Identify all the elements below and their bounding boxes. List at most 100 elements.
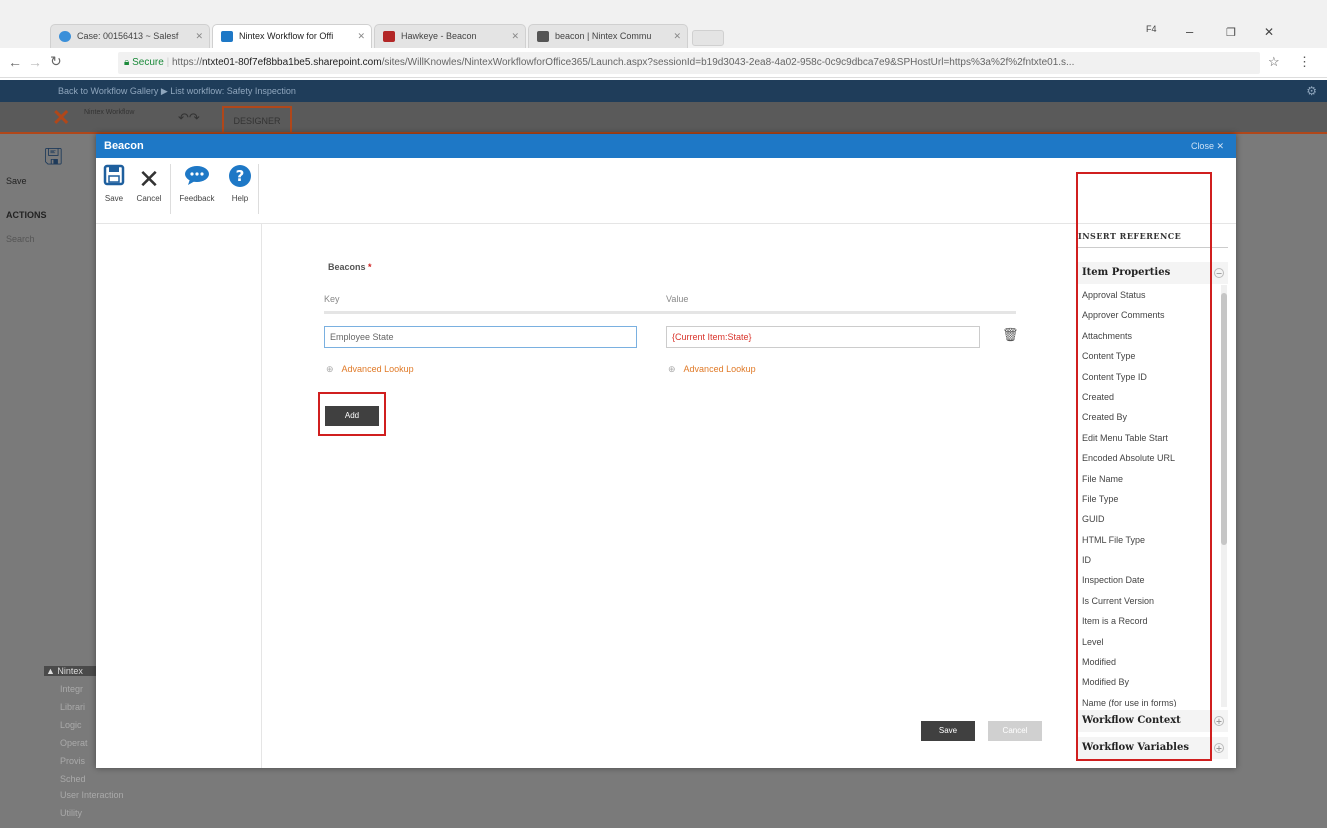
tab-close-icon[interactable]: ✕ [195, 25, 203, 47]
plus-circle-icon: ⊕ [668, 364, 676, 374]
speech-bubble-icon [174, 164, 220, 194]
forward-icon[interactable]: → [28, 54, 42, 70]
browser-tab-bar: Case: 00156413 ~ Salesf ✕ Nintex Workflow… [0, 0, 1327, 48]
save-label: Save [6, 176, 27, 186]
category-item[interactable]: Librari [60, 702, 85, 712]
actions-heading: ACTIONS [6, 210, 47, 220]
back-icon[interactable]: ← [8, 54, 22, 70]
nintex-icon [221, 31, 233, 42]
collapse-icon[interactable]: − [1214, 268, 1224, 278]
logo-text: Nintex Workflow [84, 109, 135, 116]
url-path: /sites/WillKnowles/NintexWorkflowforOffi… [381, 57, 1075, 68]
browser-tab-active[interactable]: Nintex Workflow for Offi ✕ [212, 24, 372, 48]
plus-circle-icon: ⊕ [326, 364, 334, 374]
expand-icon[interactable]: + [1214, 716, 1224, 726]
category-item[interactable]: Operat [60, 738, 88, 748]
header-divider [324, 311, 1016, 314]
url-host: ntxte01-80f7ef8bba1be5.sharepoint.com [201, 57, 382, 68]
tab-label: beacon | Nintex Commu [555, 31, 652, 41]
add-button[interactable]: Add [325, 406, 379, 426]
window-close-icon[interactable]: ✕ [1264, 25, 1274, 39]
browser-tab[interactable]: beacon | Nintex Commu ✕ [528, 24, 688, 48]
category-item[interactable]: Provis [60, 756, 85, 766]
beacons-label-text: Beacons [328, 262, 366, 272]
browser-tab[interactable]: Case: 00156413 ~ Salesf ✕ [50, 24, 210, 48]
ribbon-cancel-button[interactable]: ✕ Cancel [134, 164, 164, 203]
ribbon-save-button[interactable]: Save [100, 164, 128, 203]
window-title: F4 [1146, 24, 1157, 34]
key-input[interactable]: Employee State [324, 326, 637, 348]
footer-save-button[interactable]: Save [921, 721, 975, 741]
nintex-logo-icon: ✕ [52, 105, 71, 130]
new-tab-button[interactable] [692, 30, 724, 46]
url-field[interactable]: 🔒︎ Secure | https://ntxte01-80f7ef8bba1b… [118, 52, 1260, 74]
tab-close-icon[interactable]: ✕ [511, 25, 519, 47]
community-icon [537, 31, 549, 42]
key-advanced-lookup[interactable]: ⊕ Advanced Lookup [326, 364, 414, 375]
value-column-header: Value [666, 294, 689, 304]
canvas-bottom [96, 768, 1236, 828]
dialog-close-button[interactable]: Close ✕ [1191, 134, 1224, 158]
insert-reference-highlight-box [1076, 172, 1212, 761]
beacons-label: Beacons * [328, 262, 372, 272]
dialog-ribbon: Save ✕ Cancel Feedback ? Help [96, 158, 1236, 224]
lookup-label: Advanced Lookup [341, 364, 414, 374]
value-advanced-lookup[interactable]: ⊕ Advanced Lookup [668, 364, 756, 375]
cancel-label: Cancel [136, 194, 162, 203]
category-item[interactable]: Sched [60, 774, 86, 784]
help-icon: ? [226, 164, 254, 194]
ribbon-divider [170, 164, 171, 214]
scrollbar-thumb[interactable] [1221, 293, 1227, 545]
reload-icon[interactable]: ↻ [50, 53, 62, 70]
dialog-left-pane [96, 224, 262, 768]
tab-label: Nintex Workflow for Offi [239, 31, 334, 41]
tab-designer[interactable]: DESIGNER [222, 106, 292, 134]
category-item[interactable]: ▲ Nintex [44, 666, 96, 676]
ribbon-feedback-button[interactable]: Feedback [174, 164, 220, 203]
lookup-label: Advanced Lookup [683, 364, 756, 374]
save-label: Save [104, 194, 124, 203]
category-item[interactable]: Utility [60, 808, 82, 818]
secure-label: Secure [132, 57, 164, 68]
beacon-dialog: Beacon Close ✕ Save ✕ Cancel Feedback ? … [96, 134, 1236, 768]
actions-search[interactable]: Search [6, 234, 35, 244]
dialog-header: Beacon Close ✕ [96, 134, 1236, 158]
ribbon-help-button[interactable]: ? Help [226, 164, 254, 203]
save-icon [100, 164, 128, 194]
scrollbar-track[interactable] [1221, 285, 1227, 707]
salesforce-icon [59, 31, 71, 42]
tab-label: Case: 00156413 ~ Salesf [77, 31, 179, 41]
key-column-header: Key [324, 294, 340, 304]
minimize-icon[interactable]: – [1186, 24, 1193, 39]
category-item[interactable]: Integr [60, 684, 83, 694]
save-icon[interactable]: 🖫 [44, 140, 63, 178]
feedback-label: Feedback [179, 194, 215, 203]
required-mark: * [368, 262, 372, 272]
canvas-bg [1236, 134, 1327, 828]
svg-text:?: ? [236, 167, 245, 185]
ribbon-divider [258, 164, 259, 214]
settings-gear-icon[interactable]: ⚙ [1306, 80, 1317, 102]
value-input[interactable]: {Current Item:State} [666, 326, 980, 348]
expand-icon[interactable]: + [1214, 743, 1224, 753]
category-item[interactable]: User Interaction [60, 790, 124, 800]
footer-cancel-button[interactable]: Cancel [988, 721, 1042, 741]
restore-icon[interactable]: ❐ [1226, 26, 1236, 39]
menu-icon[interactable]: ⋮ [1298, 54, 1311, 70]
bookmark-star-icon[interactable]: ☆ [1268, 54, 1280, 70]
help-label: Help [231, 194, 249, 203]
workflow-breadcrumb: Back to Workflow Gallery ▶ List workflow… [0, 80, 1327, 102]
dialog-title: Beacon [104, 140, 144, 152]
undo-icon[interactable]: ↶↷ [178, 110, 200, 126]
trash-icon[interactable]: 🗑︎ [1002, 327, 1019, 343]
cancel-x-icon: ✕ [138, 164, 160, 194]
breadcrumb-text[interactable]: Back to Workflow Gallery ▶ List workflow… [58, 86, 296, 96]
category-item[interactable]: Logic [60, 720, 82, 730]
tab-close-icon[interactable]: ✕ [357, 25, 365, 47]
tab-close-icon[interactable]: ✕ [673, 25, 681, 47]
designer-toolbar: ✕ Nintex Workflow ↶↷ DESIGNER [0, 102, 1327, 134]
address-bar: ← → ↻ 🔒︎ Secure | https://ntxte01-80f7ef… [0, 48, 1327, 78]
browser-tab[interactable]: Hawkeye - Beacon ✕ [374, 24, 526, 48]
tab-label: Hawkeye - Beacon [401, 31, 477, 41]
hawkeye-icon [383, 31, 395, 42]
